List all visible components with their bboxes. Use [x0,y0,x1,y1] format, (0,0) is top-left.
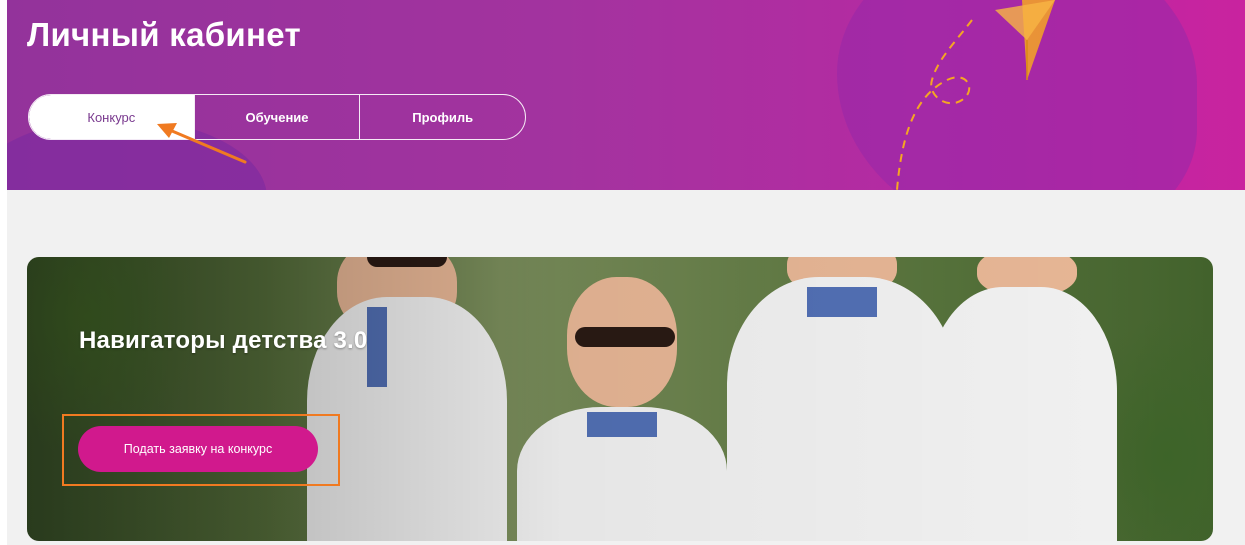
banner-overlay [27,257,1213,541]
banner-title: Навигаторы детства 3.0 [79,327,368,354]
apply-contest-button[interactable]: Подать заявку на конкурс [78,426,318,472]
page-title: Личный кабинет [27,16,301,53]
tab-bar: Конкурс Обучение Профиль [28,94,526,140]
tab-profile[interactable]: Профиль [359,95,525,139]
page: Личный кабинет Конкурс Обучение Профиль [7,0,1245,545]
header-banner: Личный кабинет Конкурс Обучение Профиль [7,0,1245,190]
contest-banner: Навигаторы детства 3.0 Подать заявку на … [27,257,1213,541]
paper-plane-icon [896,0,1055,190]
arrow-icon [157,123,247,164]
